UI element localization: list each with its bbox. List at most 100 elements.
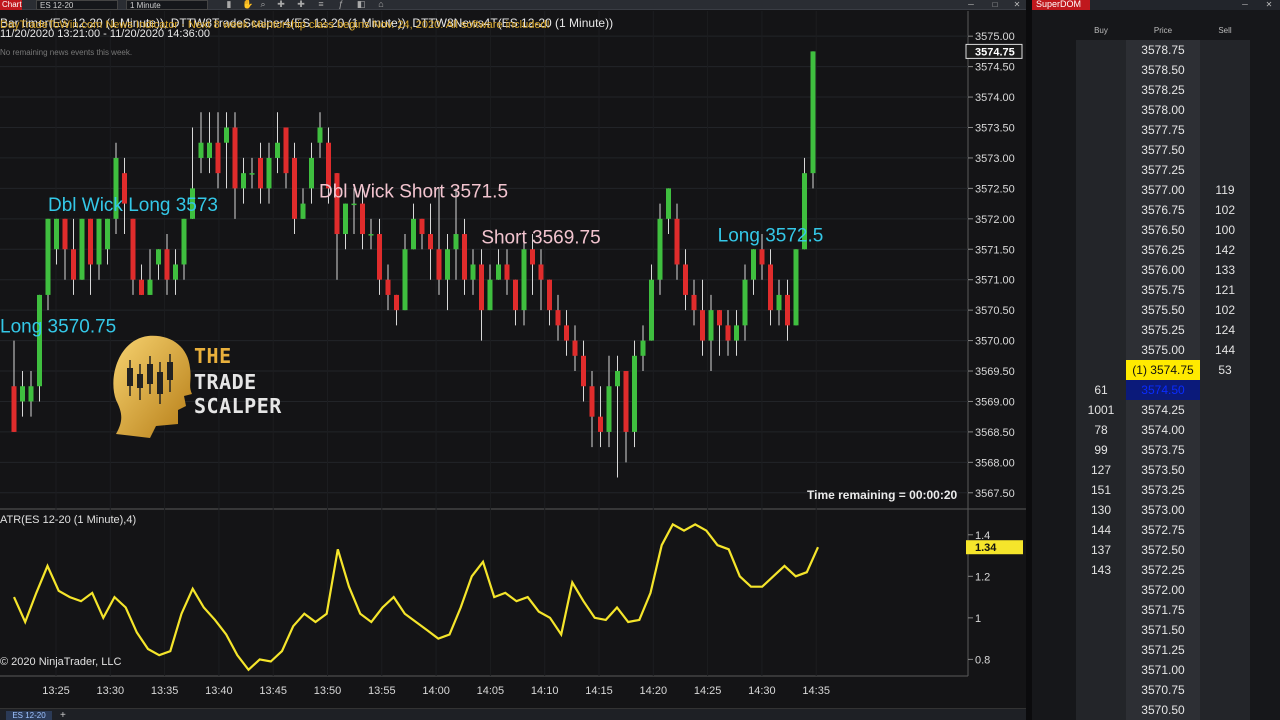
dom-row[interactable]: 3570.75 <box>1076 680 1250 700</box>
indicator-icon[interactable]: ƒ <box>336 0 346 10</box>
dom-row[interactable]: 3571.75 <box>1076 600 1250 620</box>
dom-row[interactable]: 3577.25 <box>1076 160 1250 180</box>
dom-row[interactable]: 3578.50 <box>1076 60 1250 80</box>
dom-row[interactable]: 3576.00 133 <box>1076 260 1250 280</box>
instrument-selector[interactable]: ES 12-20 <box>36 0 118 10</box>
dom-sell-cell[interactable]: 133 <box>1200 260 1250 280</box>
dom-row[interactable]: 3576.50 100 <box>1076 220 1250 240</box>
candle-body <box>470 264 476 280</box>
dom-row[interactable]: 3575.25 124 <box>1076 320 1250 340</box>
dom-row[interactable]: 3571.50 <box>1076 620 1250 640</box>
dom-sell-cell[interactable]: 121 <box>1200 280 1250 300</box>
add-tab-button[interactable]: + <box>60 710 66 720</box>
dom-sell-cell[interactable]: 53 <box>1200 360 1250 380</box>
dom-row[interactable]: 3572.00 <box>1076 580 1250 600</box>
bar-timer: Time remaining = 00:00:20 <box>807 488 958 502</box>
maximize-icon[interactable]: □ <box>990 0 1000 10</box>
candle-body <box>657 218 663 280</box>
dom-row[interactable]: 3575.75 121 <box>1076 280 1250 300</box>
bar-type-icon[interactable]: ▮ <box>224 0 234 10</box>
dom-row[interactable]: 3577.75 <box>1076 120 1250 140</box>
dom-sell-cell[interactable]: 144 <box>1200 340 1250 360</box>
time-axis[interactable]: 13:25 13:30 13:35 13:40 13:45 13:50 13:55 14:00… <box>42 685 830 697</box>
dom-row[interactable]: 3575.00 144 <box>1076 340 1250 360</box>
candle-body <box>793 249 799 326</box>
dom-row[interactable]: 3576.75 102 <box>1076 200 1250 220</box>
dom-row[interactable]: 151 3573.25 <box>1076 480 1250 500</box>
zoom-icon[interactable]: ⌕ <box>258 0 268 10</box>
dom-buy-cell[interactable]: 78 <box>1076 420 1126 440</box>
price-tick-label: 3573.50 <box>975 122 1015 134</box>
dom-row[interactable]: 78 3574.00 <box>1076 420 1250 440</box>
dom-sell-cell[interactable]: 142 <box>1200 240 1250 260</box>
minimize-icon[interactable]: ─ <box>1240 0 1250 10</box>
dom-buy-cell[interactable]: 151 <box>1076 480 1126 500</box>
time-tick-label: 14:00 <box>422 685 450 697</box>
dom-row[interactable]: 3571.25 <box>1076 640 1250 660</box>
dom-row[interactable]: 3577.50 <box>1076 140 1250 160</box>
dom-row[interactable]: 3575.50 102 <box>1076 300 1250 320</box>
dom-row[interactable]: 1001 3574.25 <box>1076 400 1250 420</box>
crosshair-icon[interactable]: ✚ <box>276 0 286 10</box>
draw-icon[interactable]: ✚ <box>296 0 306 10</box>
time-tick-label: 13:45 <box>259 685 287 697</box>
candle-body <box>156 249 161 265</box>
close-icon[interactable]: ✕ <box>1012 0 1022 10</box>
candle-body <box>368 234 374 236</box>
dom-buy-cell[interactable]: 61 <box>1076 380 1126 400</box>
dom-buy-cell[interactable]: 130 <box>1076 500 1126 520</box>
instrument-tab[interactable]: ES 12-20 <box>6 711 52 720</box>
dom-buy-cell[interactable]: 1001 <box>1076 400 1126 420</box>
dom-row[interactable]: 61 3574.50 <box>1076 380 1250 400</box>
strategy-icon[interactable]: ◧ <box>356 0 366 10</box>
dom-sell-cell[interactable]: 100 <box>1200 220 1250 240</box>
minimize-icon[interactable]: ─ <box>966 0 976 10</box>
candle-body <box>351 203 357 206</box>
dom-row[interactable]: (1) 3574.75 53 <box>1076 360 1250 380</box>
dom-row[interactable]: 3571.00 <box>1076 660 1250 680</box>
dom-row[interactable]: 3578.00 <box>1076 100 1250 120</box>
hand-icon[interactable]: ✋ <box>242 0 253 10</box>
head-silhouette-icon <box>113 335 192 438</box>
dom-price-cell: 3573.00 <box>1141 503 1185 517</box>
dom-row[interactable]: 3576.25 142 <box>1076 240 1250 260</box>
dom-buy-cell[interactable]: 144 <box>1076 520 1126 540</box>
dom-sell-cell[interactable]: 102 <box>1200 200 1250 220</box>
price-axis[interactable]: 3567.50 3568.00 3568.50 3569.00 3569.50 3570.… <box>965 31 1023 500</box>
candle-body <box>479 264 484 311</box>
dom-row[interactable]: 3578.75 <box>1076 40 1250 60</box>
dom-row[interactable]: 99 3573.75 <box>1076 440 1250 460</box>
dom-buy-cell[interactable]: 137 <box>1076 540 1126 560</box>
dom-price-cell: 3572.75 <box>1141 523 1185 537</box>
dom-sell-cell[interactable]: 102 <box>1200 300 1250 320</box>
chart-tab[interactable]: Chart <box>0 0 22 10</box>
dom-row[interactable]: 137 3572.50 <box>1076 540 1250 560</box>
superdom-title[interactable]: SuperDOM <box>1032 0 1090 10</box>
price-tick-label: 3575.00 <box>975 31 1015 43</box>
dom-row[interactable]: 143 3572.25 <box>1076 560 1250 580</box>
dom-row[interactable]: 144 3572.75 <box>1076 520 1250 540</box>
dom-row[interactable]: 3577.00 119 <box>1076 180 1250 200</box>
properties-icon[interactable]: ≡ <box>316 0 326 10</box>
price-tick-label: 3569.00 <box>975 396 1015 408</box>
close-icon[interactable]: ✕ <box>1264 0 1274 10</box>
dom-sell-cell[interactable]: 119 <box>1200 180 1250 200</box>
dom-row[interactable]: 3578.25 <box>1076 80 1250 100</box>
cursor-icon[interactable]: ⌂ <box>376 0 386 10</box>
dom-buy-cell[interactable]: 127 <box>1076 460 1126 480</box>
interval-selector[interactable]: 1 Minute <box>126 0 208 10</box>
dom-sell-cell[interactable]: 124 <box>1200 320 1250 340</box>
dom-buy-cell[interactable]: 143 <box>1076 560 1126 580</box>
candle-body <box>759 249 765 265</box>
dom-row[interactable]: 3570.50 <box>1076 700 1250 720</box>
candle-body <box>164 249 170 280</box>
dom-row[interactable]: 130 3573.00 <box>1076 500 1250 520</box>
candle-body <box>623 371 629 432</box>
superdom-header: Buy Price Sell <box>1032 22 1280 40</box>
candle-body <box>377 234 382 280</box>
dom-buy-cell[interactable]: 99 <box>1076 440 1126 460</box>
dom-row[interactable]: 127 3573.50 <box>1076 460 1250 480</box>
time-tick-label: 14:25 <box>694 685 722 697</box>
dom-price-cell: 3572.50 <box>1141 543 1185 557</box>
candle-body <box>530 249 535 265</box>
